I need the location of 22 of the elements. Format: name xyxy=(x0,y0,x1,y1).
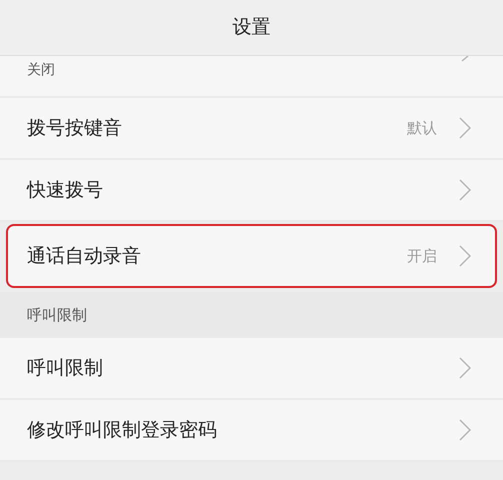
row-value: 默认 xyxy=(407,118,437,139)
settings-row[interactable]: 快速拨号 xyxy=(0,160,503,222)
row-label: 拨号按键音 xyxy=(27,116,123,141)
settings-row[interactable]: 通话自动录音 开启 xyxy=(6,224,497,288)
settings-row[interactable]: 呼叫限制 xyxy=(0,338,503,400)
row-label: 呼叫限制 xyxy=(27,356,104,381)
chevron-icon xyxy=(459,245,471,267)
chevron-icon xyxy=(459,419,471,441)
row-value: 开启 xyxy=(407,246,437,267)
section-title: 呼叫限制 xyxy=(27,304,87,326)
chevron-icon xyxy=(459,357,471,379)
row-label: 通话自动录音 xyxy=(27,244,142,269)
settings-row[interactable]: 拨号按键音 默认 xyxy=(0,98,503,160)
chevron-icon xyxy=(461,56,469,62)
chevron-icon xyxy=(459,179,471,201)
screen-title: 设置 xyxy=(232,15,270,40)
settings-row[interactable]: 修改呼叫限制登录密码 xyxy=(0,400,503,462)
row-label: 修改呼叫限制登录密码 xyxy=(27,418,218,443)
chevron-icon xyxy=(459,117,471,139)
settings-row[interactable]: 关闭 xyxy=(0,56,503,98)
row-label: 快速拨号 xyxy=(27,178,104,203)
row-subtitle: 关闭 xyxy=(27,61,55,80)
